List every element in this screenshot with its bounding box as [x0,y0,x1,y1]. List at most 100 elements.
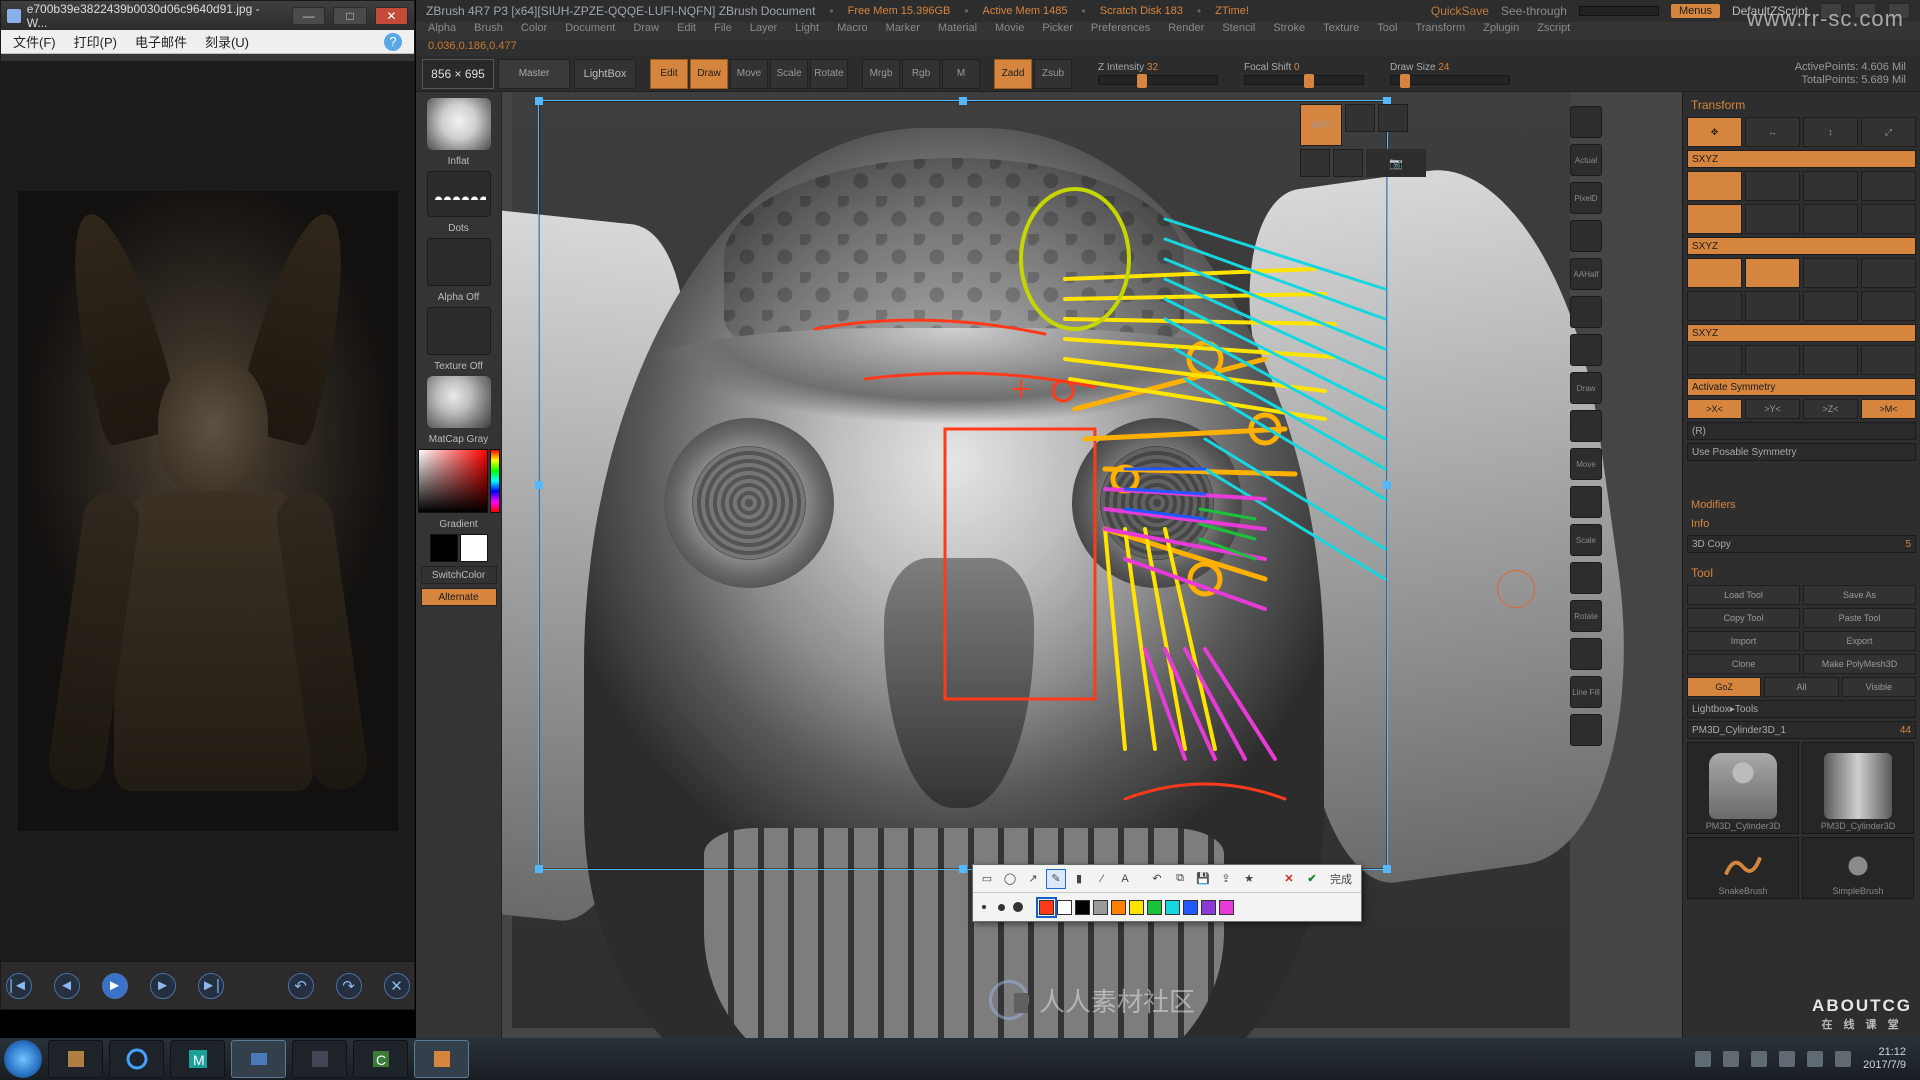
activate-symmetry[interactable]: Activate Symmetry [1687,378,1916,396]
drawsize-slider[interactable]: Draw Size 24 [1390,62,1510,85]
m-button[interactable]: M [942,59,980,89]
tool-thumb-2[interactable]: PM3D_Cylinder3D [1802,742,1914,834]
visible-tool[interactable]: Visible [1842,677,1916,697]
strip-scale[interactable]: Scale [1570,524,1602,556]
menu-material[interactable]: Material [938,22,977,40]
menu-stroke[interactable]: Stroke [1273,22,1305,40]
menu-transform[interactable]: Transform [1415,22,1465,40]
menu-color[interactable]: Color [521,22,547,40]
cluster-btn1[interactable] [1345,104,1375,132]
strip-actual[interactable]: Actual [1570,144,1602,176]
tray-network-icon[interactable] [1779,1051,1795,1067]
sel-handle-tm[interactable] [959,97,967,105]
xf-b3[interactable] [1803,204,1858,234]
xf-c1[interactable] [1687,258,1742,288]
sel-handle-bl[interactable] [535,865,543,873]
viewer-titlebar[interactable]: e700b39e3822439b0030d06c9640d91.jpg - W.… [1,1,414,30]
zintensity-slider[interactable]: Z Intensity 32 [1098,62,1218,85]
focalshift-slider[interactable]: Focal Shift 0 [1244,62,1364,85]
viewer-menu-print[interactable]: 打印(P) [74,32,117,51]
taskbar-clock[interactable]: 21:122017/7/9 [1863,1046,1906,1072]
goz-tool[interactable]: GoZ [1687,677,1761,697]
move-button[interactable]: Move [730,59,768,89]
xf-e4[interactable] [1861,345,1916,375]
menu-alpha[interactable]: Alpha [428,22,456,40]
xf-d2[interactable] [1745,291,1800,321]
pal-cyan[interactable] [1165,900,1180,915]
clone-tool[interactable]: Clone [1687,654,1800,674]
xf-e2[interactable] [1745,345,1800,375]
menu-edit[interactable]: Edit [677,22,696,40]
cluster-btn3[interactable] [1300,149,1330,177]
anno-pen-icon[interactable]: ✎ [1046,869,1066,889]
makepoly-tool[interactable]: Make PolyMesh3D [1803,654,1916,674]
strip-aahalf[interactable]: AAHalf [1570,258,1602,290]
menus-button[interactable]: Menus [1671,4,1720,18]
doc-size[interactable]: 856 × 695 [422,59,494,89]
camera-icon[interactable]: 📷 [1366,149,1426,177]
strip-local[interactable] [1570,410,1602,442]
xf-a2[interactable] [1745,171,1800,201]
viewer-menu-email[interactable]: 电子邮件 [135,32,187,51]
lightbox-tools[interactable]: Lightbox▸Tools [1687,700,1916,718]
sel-handle-mr[interactable] [1383,481,1391,489]
xf-a1[interactable] [1687,171,1742,201]
menu-macro[interactable]: Macro [837,22,868,40]
material-thumbnail[interactable] [427,376,491,428]
xf-d1[interactable] [1687,291,1742,321]
menu-texture[interactable]: Texture [1323,22,1359,40]
xform-btn4[interactable]: ⤢ [1861,117,1916,147]
anno-arrow-icon[interactable]: ↗ [1023,869,1043,889]
xf-d3[interactable] [1803,291,1858,321]
xf-c3[interactable] [1803,258,1858,288]
xf-e3[interactable] [1803,345,1858,375]
strip-move[interactable]: Move [1570,448,1602,480]
lightbox-button[interactable]: LightBox [574,59,636,89]
taskbar-app-5[interactable] [292,1040,347,1078]
strip-pixeld[interactable]: PixelD [1570,182,1602,214]
xf-b4[interactable] [1861,204,1916,234]
edit-button[interactable]: Edit [650,59,688,89]
color-swatch-secondary[interactable] [430,534,458,562]
start-button[interactable] [4,1040,42,1078]
seethrough-track[interactable] [1579,6,1659,16]
saveas-tool[interactable]: Save As [1803,585,1916,605]
transform-title[interactable]: Transform [1687,96,1916,114]
taskbar-app-6[interactable]: C [353,1040,408,1078]
texture-thumbnail[interactable] [427,307,491,355]
pal-yellow[interactable] [1129,900,1144,915]
rgb-button[interactable]: Rgb [902,59,940,89]
xf-c4[interactable] [1861,258,1916,288]
strip-blank6[interactable] [1570,714,1602,746]
anno-undo-icon[interactable]: ↶ [1147,869,1167,889]
taskbar-app-3[interactable]: M [170,1040,225,1078]
strip-blank2[interactable] [1570,220,1602,252]
projection-master[interactable]: Master [498,59,570,89]
stroke-size-l[interactable] [1011,900,1025,914]
anno-marker-icon[interactable]: ▮ [1069,869,1089,889]
zsub-button[interactable]: Zsub [1034,59,1072,89]
copy-tool[interactable]: Copy Tool [1687,608,1800,628]
pal-gray[interactable] [1093,900,1108,915]
menu-tool[interactable]: Tool [1377,22,1397,40]
anno-line-icon[interactable]: ⁄ [1092,869,1112,889]
alpha-thumbnail[interactable] [427,238,491,286]
sel-handle-bm[interactable] [959,865,967,873]
axis-y[interactable]: >Y< [1745,399,1800,419]
canvas-area[interactable]: ▭ ◯ ↗ ✎ ▮ ⁄ A ↶ ⧉ 💾 ⇪ ★ ✕ [502,92,1682,1038]
viewer-prev-button[interactable]: ◄ [54,973,80,999]
brush-thumbnail[interactable] [427,98,491,150]
zadd-button[interactable]: Zadd [994,59,1032,89]
menu-preferences[interactable]: Preferences [1091,22,1150,40]
xform-btn3[interactable]: ↕ [1803,117,1858,147]
viewer-last-button[interactable]: ►| [198,973,224,999]
color-swatch-primary[interactable] [460,534,488,562]
anno-ok-button[interactable]: ✔ [1302,869,1322,889]
menu-draw[interactable]: Draw [633,22,659,40]
strip-rotate[interactable]: Rotate [1570,600,1602,632]
menu-marker[interactable]: Marker [886,22,920,40]
snakebrush-thumb[interactable]: SnakeBrush [1687,837,1799,899]
menu-zscript[interactable]: Zscript [1537,22,1570,40]
axis-r[interactable]: (R) [1687,422,1916,440]
strip-blank5[interactable] [1570,638,1602,670]
